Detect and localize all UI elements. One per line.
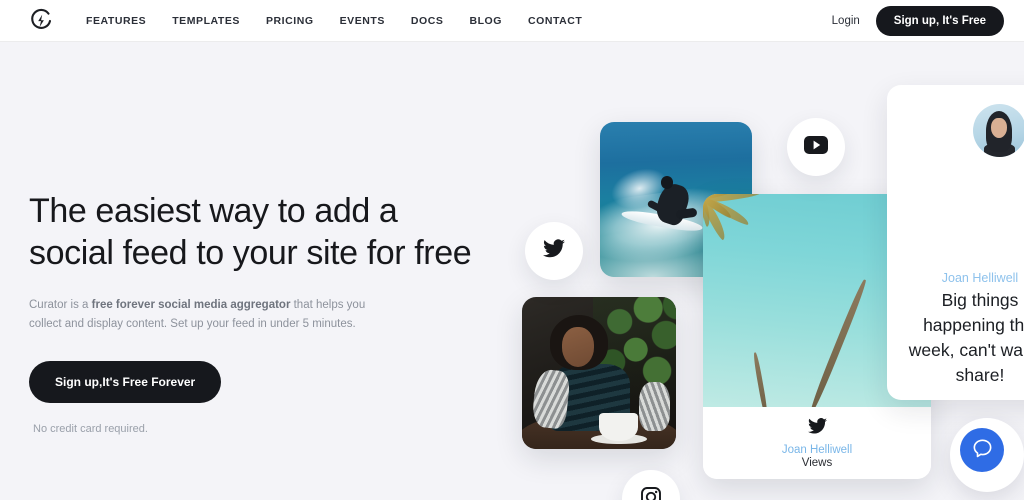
curator-bolt-logo-icon bbox=[31, 8, 52, 29]
palm-trunk-small bbox=[752, 351, 769, 407]
right-sleeve bbox=[639, 382, 670, 431]
login-link[interactable]: Login bbox=[832, 15, 860, 27]
feed-card-portrait[interactable] bbox=[522, 297, 676, 449]
top-navigation-bar: FEATURES TEMPLATES PRICING EVENTS DOCS B… bbox=[0, 0, 1024, 42]
social-bubble-youtube[interactable] bbox=[787, 118, 845, 176]
palm-trunk-main bbox=[808, 278, 869, 407]
page-title: The easiest way to add a social feed to … bbox=[29, 190, 499, 274]
tweet-quote: Big things happening this week, can't wa… bbox=[887, 288, 1024, 388]
tweet-author: Joan Helliwell bbox=[941, 271, 1019, 285]
headline-line-2: social feed to your site for free bbox=[29, 234, 472, 272]
palm-card-author: Joan Helliwell bbox=[781, 444, 853, 456]
nav-item-pricing[interactable]: PRICING bbox=[266, 15, 314, 27]
curator-logo[interactable] bbox=[24, 4, 58, 38]
coffee-cup bbox=[599, 412, 638, 442]
tweet-quote-line-3: week, can't wait to bbox=[908, 340, 1024, 360]
primary-nav-links: FEATURES TEMPLATES PRICING EVENTS DOCS B… bbox=[86, 15, 582, 27]
nav-signup-button[interactable]: Sign up, It's Free bbox=[875, 5, 1004, 36]
hero-subcopy: Curator is a free forever social media a… bbox=[29, 296, 389, 334]
hero-signup-button[interactable]: Sign up,It's Free Forever bbox=[29, 361, 222, 403]
tweet-quote-line-1: Big things bbox=[941, 290, 1019, 310]
feed-card-tweet[interactable]: Joan Helliwell Big things happening this… bbox=[887, 85, 1024, 400]
twitter-bird-icon bbox=[807, 418, 827, 439]
hero-copy-block: The easiest way to add a social feed to … bbox=[29, 190, 499, 435]
palm-card-post-type: Views bbox=[801, 457, 833, 469]
chat-widget-button[interactable] bbox=[960, 428, 1004, 472]
instagram-icon bbox=[640, 486, 662, 500]
nav-item-blog[interactable]: BLOG bbox=[469, 15, 502, 27]
avatar-face bbox=[991, 117, 1007, 138]
nav-item-features[interactable]: FEATURES bbox=[86, 15, 146, 27]
palm-card-meta: Joan Helliwell Views bbox=[703, 407, 931, 479]
social-bubble-instagram[interactable] bbox=[622, 470, 680, 500]
nav-item-events[interactable]: EVENTS bbox=[340, 15, 385, 27]
youtube-icon bbox=[804, 135, 828, 159]
avatar bbox=[973, 104, 1024, 157]
surfer-head bbox=[660, 176, 673, 189]
chat-bubble-icon bbox=[971, 437, 994, 463]
tweet-quote-line-4: share! bbox=[955, 365, 1005, 385]
nav-actions: Login Sign up, It's Free bbox=[832, 5, 1004, 36]
twitter-bird-icon bbox=[543, 239, 565, 263]
no-credit-card-note: No credit card required. bbox=[33, 423, 148, 435]
headline-line-1: The easiest way to add a bbox=[29, 192, 398, 230]
subcopy-pre: Curator is a bbox=[29, 299, 92, 311]
tweet-quote-line-2: happening this bbox=[923, 315, 1024, 335]
social-bubble-twitter[interactable] bbox=[525, 222, 583, 280]
nav-item-docs[interactable]: DOCS bbox=[411, 15, 444, 27]
subcopy-emphasis: free forever social media aggregator bbox=[91, 299, 291, 311]
portrait-face bbox=[562, 327, 595, 367]
nav-item-contact[interactable]: CONTACT bbox=[528, 15, 582, 27]
nav-item-templates[interactable]: TEMPLATES bbox=[172, 15, 240, 27]
